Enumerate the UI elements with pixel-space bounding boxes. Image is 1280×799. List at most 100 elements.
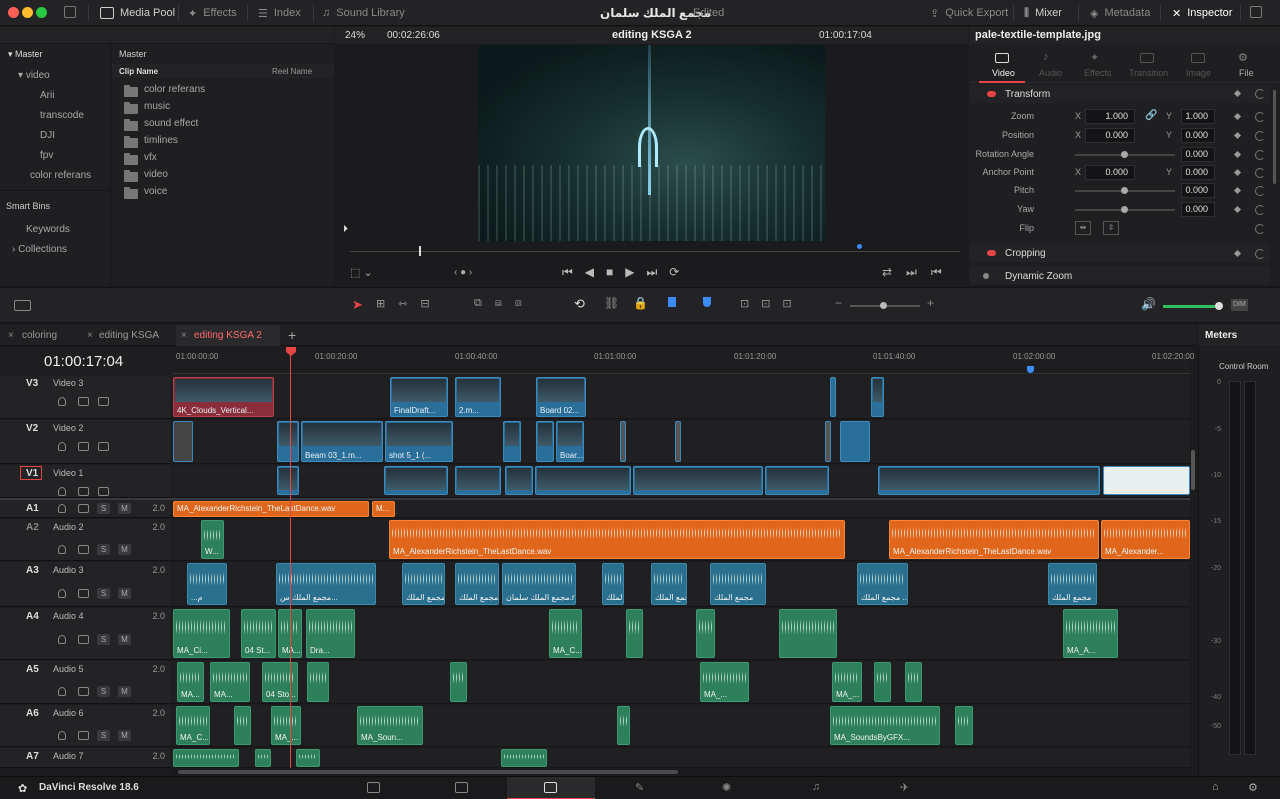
clip-a7[interactable] <box>255 749 271 767</box>
clip-v1[interactable] <box>277 466 299 495</box>
clip-a4[interactable]: 04 St... <box>241 609 276 658</box>
lane-a6[interactable] <box>172 705 1190 747</box>
pitch-slider[interactable] <box>1075 187 1175 194</box>
mute-button[interactable]: M <box>118 634 131 645</box>
tab-effects[interactable]: Effects <box>1084 68 1111 78</box>
clip-v2-shot5[interactable]: shot 5_1 (... <box>385 421 453 462</box>
video-toggle-icon[interactable] <box>98 397 109 406</box>
clip-a3[interactable]: مجمع الملك <box>455 563 499 605</box>
flag-icon[interactable] <box>668 297 676 307</box>
dynamic-zoom-toggle[interactable] <box>983 273 989 279</box>
clip-v2-small[interactable] <box>675 421 681 462</box>
lock-icon[interactable]: 🔒 <box>633 296 648 310</box>
mute-button[interactable]: M <box>118 544 131 555</box>
track-header-a6[interactable]: A6 Audio 6 2.0 S M <box>0 705 171 747</box>
clip-v2-small[interactable] <box>825 421 831 462</box>
tab-image[interactable]: Image <box>1186 68 1211 78</box>
lock-icon[interactable] <box>58 589 66 598</box>
tab-close-icon[interactable]: × <box>8 330 14 341</box>
reset-icon[interactable] <box>1255 112 1265 122</box>
clip-v1[interactable] <box>878 466 1100 495</box>
lock-icon[interactable] <box>58 635 66 644</box>
reset-icon[interactable] <box>1255 168 1265 178</box>
reset-icon[interactable] <box>1255 89 1265 99</box>
clip-a3[interactable]: مجمع الملك <box>602 563 624 605</box>
bin-video[interactable]: ▾ video <box>18 70 50 81</box>
folder-sound-effect[interactable]: sound effect <box>144 118 198 129</box>
tab-close-icon[interactable]: × <box>87 330 93 341</box>
mute-button[interactable]: M <box>118 503 131 514</box>
clip-v2-small[interactable] <box>536 421 554 462</box>
solo-button[interactable]: S <box>97 544 110 555</box>
tab-close-icon[interactable]: × <box>181 330 187 341</box>
settings-gear-icon[interactable]: ⚙ <box>1248 781 1258 794</box>
clip-a5[interactable] <box>450 662 467 702</box>
clip-a6[interactable] <box>955 706 973 745</box>
auto-select-icon[interactable] <box>78 731 89 740</box>
clip-v1[interactable] <box>633 466 763 495</box>
position-y-field[interactable]: 0.000 <box>1181 128 1215 143</box>
play-marker-icon[interactable]: ⏵ <box>343 224 348 235</box>
zoom-level[interactable]: 24% <box>345 30 365 41</box>
video-toggle-icon[interactable] <box>98 442 109 451</box>
deliver-page-icon[interactable]: ✈ <box>900 781 909 794</box>
cut-page-icon[interactable] <box>455 782 468 793</box>
clip-v2-beam[interactable]: Beam 03_1.m... <box>301 421 383 462</box>
reset-icon[interactable] <box>1255 131 1265 141</box>
mute-button[interactable]: M <box>118 588 131 599</box>
track-header-v2[interactable]: V2 Video 2 <box>0 420 171 464</box>
track-header-a5[interactable]: A5 Audio 5 2.0 S M <box>0 661 171 704</box>
viewer-extra-controls[interactable]: ⇄⏭⏮ <box>882 265 956 280</box>
snapping-icon[interactable]: ⟲ <box>574 296 585 312</box>
edit-tools[interactable]: ⊞⇿⊟ <box>376 297 443 310</box>
clip-v3-clouds[interactable]: 4K_Clouds_Vertical... <box>173 377 274 417</box>
clip-v1-white[interactable] <box>1103 466 1190 495</box>
zoom-tools[interactable]: ⊡⊡⊡ <box>740 297 804 310</box>
clip-a4[interactable]: MA_A... <box>1063 609 1118 658</box>
clip-v2-small[interactable] <box>503 421 521 462</box>
lock-icon[interactable] <box>58 687 66 696</box>
tab-transition[interactable]: Transition <box>1129 68 1168 78</box>
fairlight-page-icon[interactable]: ♫ <box>812 781 820 793</box>
zoom-x-field[interactable]: 1.000 <box>1085 109 1135 124</box>
yaw-slider[interactable] <box>1075 206 1175 213</box>
cropping-toggle[interactable] <box>987 250 996 256</box>
clip-a3[interactable]: مجمع الملك <box>1048 563 1097 605</box>
track-header-a2[interactable]: A2 Audio 2 2.0 S M <box>0 519 171 561</box>
auto-select-icon[interactable] <box>78 504 89 513</box>
reset-icon[interactable] <box>1255 186 1265 196</box>
scrubber[interactable] <box>350 251 960 252</box>
folder-timlines[interactable]: timlines <box>144 135 178 146</box>
clip-a5[interactable]: MA... <box>210 662 250 702</box>
pitch-field[interactable]: 0.000 <box>1181 183 1215 198</box>
smart-bin-collections[interactable]: › Collections <box>12 244 67 255</box>
lock-icon[interactable] <box>58 731 66 740</box>
timeline-zoom-slider[interactable] <box>850 302 920 309</box>
flip-vertical-icon[interactable]: ⇳ <box>1103 221 1119 235</box>
tab-editing-ksga-2[interactable]: editing KSGA 2 <box>194 330 262 341</box>
transform-icon[interactable]: ⬚ ⌄ <box>350 266 373 279</box>
speaker-icon[interactable]: 🔊 <box>1141 297 1156 311</box>
inspector-button[interactable]: ✕ Inspector <box>1172 0 1232 26</box>
metadata-button[interactable]: ◈ Metadata <box>1090 0 1150 26</box>
clip-a4[interactable] <box>779 609 837 658</box>
folder-voice[interactable]: voice <box>144 186 167 197</box>
clip-v2-small[interactable] <box>277 421 299 462</box>
clip-v2-multi[interactable] <box>840 421 870 462</box>
clip-a5[interactable] <box>905 662 922 702</box>
reset-icon[interactable] <box>1255 249 1265 259</box>
bin-fpv[interactable]: fpv <box>40 150 53 161</box>
tab-editing-ksga[interactable]: editing KSGA <box>99 330 159 341</box>
clip-v2-grey[interactable] <box>173 421 193 462</box>
dim-button[interactable]: DIM <box>1231 299 1248 311</box>
sound-library-button[interactable]: ♫ Sound Library <box>322 0 405 26</box>
marker-icon[interactable] <box>703 297 711 307</box>
solo-button[interactable]: S <box>97 634 110 645</box>
mute-button[interactable]: M <box>118 730 131 741</box>
auto-select-icon[interactable] <box>78 487 89 496</box>
flip-horizontal-icon[interactable]: ⇹ <box>1075 221 1091 235</box>
clip-v3-small[interactable] <box>871 377 884 417</box>
clip-a3[interactable]: مجمع الملك ... <box>857 563 908 605</box>
clip-a4[interactable]: Dra... <box>306 609 355 658</box>
zoom-y-field[interactable]: 1.000 <box>1181 109 1215 124</box>
